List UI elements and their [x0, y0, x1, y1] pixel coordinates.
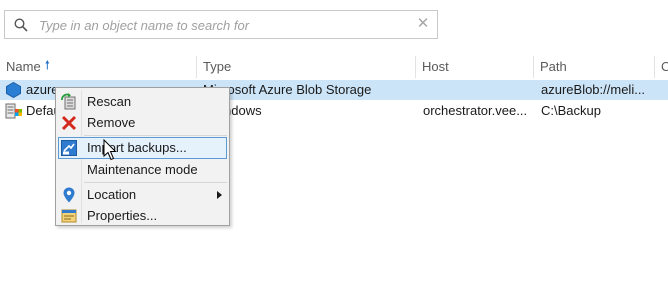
column-header-name[interactable]: Name 🠕 — [0, 56, 196, 78]
context-menu: Rescan Remove Import backups... Maintena… — [55, 87, 230, 226]
search-input[interactable] — [39, 15, 409, 35]
menu-item-location[interactable]: Location — [58, 184, 227, 206]
menu-item-label: Location — [87, 187, 137, 202]
cell-path: azureBlob://meli... — [541, 82, 646, 97]
menu-item-label: Rescan — [87, 94, 132, 109]
close-icon[interactable]: ✕ — [415, 16, 431, 32]
menu-item-label: Properties... — [87, 208, 158, 223]
search-box[interactable]: ✕ — [4, 10, 438, 39]
column-header-extra[interactable]: C — [654, 56, 668, 78]
cell-path: C:\Backup — [541, 103, 601, 118]
menu-separator — [84, 135, 227, 136]
column-header-path[interactable]: Path — [533, 56, 654, 78]
menu-item-label: Remove — [87, 115, 136, 130]
menu-item-label: Import backups... — [87, 140, 187, 155]
cell-host: orchestrator.vee... — [423, 103, 528, 118]
azure-repository-icon — [6, 82, 21, 98]
menu-item-maintenance-mode[interactable]: Maintenance mode — [58, 159, 227, 181]
menu-item-import-backups[interactable]: Import backups... — [58, 137, 227, 159]
menu-item-label: Maintenance mode — [87, 162, 198, 177]
column-header-label: Host — [422, 59, 449, 74]
location-pin-icon — [63, 187, 75, 203]
backup-repository-icon — [5, 103, 22, 119]
cell-host — [423, 80, 531, 100]
cell-type: ndows — [224, 103, 262, 118]
properties-icon — [61, 209, 77, 223]
column-header-label: Name — [6, 59, 41, 74]
column-header-label: Type — [203, 59, 232, 74]
menu-item-rescan[interactable]: Rescan — [58, 91, 227, 113]
menu-separator — [84, 182, 227, 183]
grid-header: Name🠕 Type Host Path C — [0, 56, 668, 78]
remove-icon — [61, 115, 77, 131]
column-header-host[interactable]: Host — [415, 56, 533, 78]
column-header-label: Path — [540, 59, 567, 74]
column-header-label: C — [661, 59, 668, 74]
cell-type: Microsoft Azure Blob Storage — [203, 82, 372, 97]
column-header-type[interactable]: Type — [196, 56, 415, 78]
search-icon — [14, 18, 28, 32]
submenu-arrow-icon — [217, 191, 222, 199]
sort-ascending-icon: 🠕 — [44, 58, 50, 72]
menu-item-properties[interactable]: Properties... — [58, 205, 227, 227]
import-backups-icon — [61, 140, 77, 156]
rescan-icon — [61, 93, 76, 110]
menu-item-remove[interactable]: Remove — [58, 112, 227, 134]
